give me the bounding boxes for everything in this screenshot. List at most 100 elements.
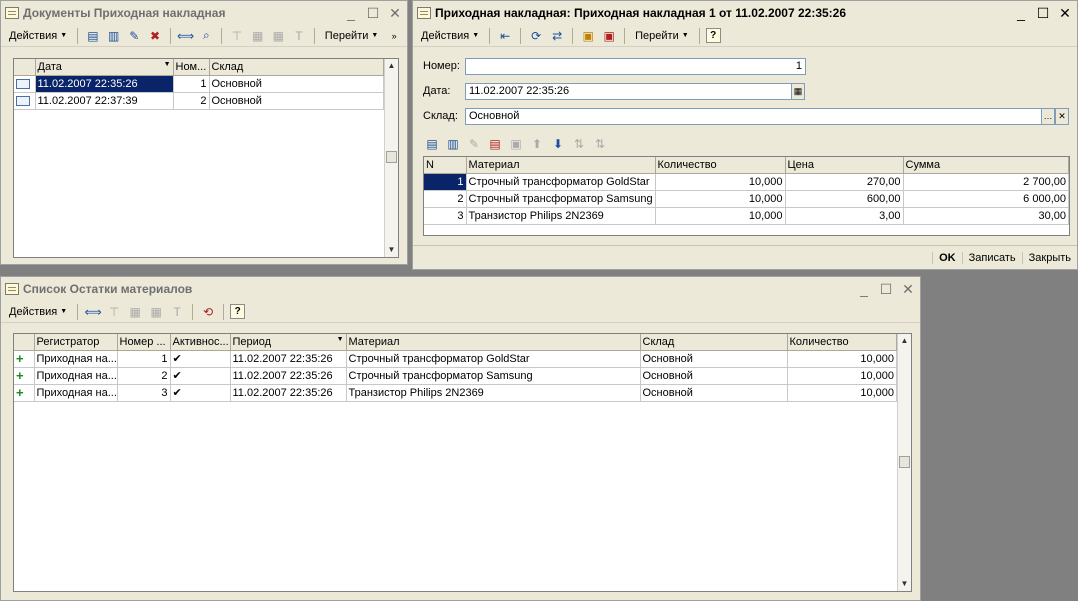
registrar-cell[interactable]: Приходная на...	[34, 367, 118, 385]
minimize-icon[interactable]: _	[1013, 5, 1029, 22]
quantity-cell[interactable]: 10,000	[655, 190, 786, 208]
document-form-titlebar[interactable]: Приходная накладная: Приходная накладная…	[413, 1, 1077, 25]
warehouse-cell[interactable]: Основной	[209, 75, 384, 93]
column-header-line-number[interactable]: Номер ...	[117, 334, 171, 351]
date-field[interactable]: 11.02.2007 22:35:26	[465, 83, 792, 100]
minimize-icon[interactable]: _	[343, 5, 359, 22]
filter-list-icon[interactable]: ▦	[249, 27, 267, 45]
copy-row-icon[interactable]: ▥	[444, 135, 462, 153]
calendar-icon[interactable]: ▦	[791, 83, 805, 100]
actions-menu[interactable]: Действия ▼	[417, 28, 483, 44]
registrar-cell[interactable]: Приходная на...	[34, 350, 118, 368]
scroll-down-icon[interactable]: ▼	[898, 577, 911, 591]
reread-icon[interactable]: ⟳	[527, 27, 545, 45]
line-number-cell[interactable]: 3	[117, 384, 171, 402]
post-icon[interactable]: ▣	[579, 27, 597, 45]
maximize-icon[interactable]: ☐	[878, 281, 894, 298]
close-icon[interactable]: ✕	[1057, 5, 1073, 22]
interval-icon[interactable]: ⟺	[84, 303, 102, 321]
n-cell[interactable]: 1	[424, 173, 467, 191]
save-button[interactable]: Записать	[961, 251, 1022, 264]
ok-button[interactable]: OK	[932, 251, 962, 264]
price-cell[interactable]: 600,00	[785, 190, 904, 208]
column-header-period[interactable]: Период ▼	[230, 334, 347, 351]
add-row-icon[interactable]: ▤	[423, 135, 441, 153]
filter-history-icon[interactable]: ▦	[269, 27, 287, 45]
period-cell[interactable]: 11.02.2007 22:35:26	[230, 367, 347, 385]
table-row[interactable]: 11.02.2007 22:37:39 2 Основной	[14, 92, 384, 110]
edit-row-icon[interactable]: ✎	[465, 135, 483, 153]
documents-list-titlebar[interactable]: Документы Приходная накладная _ ☐ ✕	[1, 1, 407, 25]
period-cell[interactable]: 11.02.2007 22:35:26	[230, 350, 347, 368]
active-cell[interactable]: ✔	[170, 384, 231, 402]
help-icon[interactable]: ?	[705, 28, 721, 43]
scroll-up-icon[interactable]: ▲	[385, 59, 398, 73]
column-header-quantity[interactable]: Количество	[787, 334, 897, 351]
copy-icon[interactable]: ⇄	[548, 27, 566, 45]
scroll-thumb[interactable]	[899, 456, 910, 468]
active-cell[interactable]: ✔	[170, 367, 231, 385]
column-header-sum[interactable]: Сумма	[903, 157, 1069, 174]
add-icon[interactable]: ▤	[84, 27, 102, 45]
filter-icon[interactable]: ⊤	[105, 303, 123, 321]
warehouse-cell[interactable]: Основной	[640, 350, 788, 368]
column-header-date[interactable]: Дата ▼	[35, 59, 174, 76]
column-header-registrar[interactable]: Регистратор	[34, 334, 118, 351]
scroll-thumb[interactable]	[386, 151, 397, 163]
number-cell[interactable]: 1	[173, 75, 210, 93]
actions-menu[interactable]: Действия ▼	[5, 304, 71, 320]
number-cell[interactable]: 2	[173, 92, 210, 110]
quantity-cell[interactable]: 10,000	[787, 384, 897, 402]
sum-cell[interactable]: 2 700,00	[903, 173, 1069, 191]
sum-cell[interactable]: 30,00	[903, 207, 1069, 225]
filter-history-icon[interactable]: ▦	[147, 303, 165, 321]
material-cell[interactable]: Строчный трансформатор Samsung	[346, 367, 641, 385]
interval-icon[interactable]: ⟺	[177, 27, 195, 45]
price-cell[interactable]: 3,00	[785, 207, 904, 225]
scroll-down-icon[interactable]: ▼	[385, 243, 398, 257]
filter-icon[interactable]: ⊤	[228, 27, 246, 45]
material-cell[interactable]: Транзистор Philips 2N2369	[346, 384, 641, 402]
sort-ascending-icon[interactable]: ⇅	[570, 135, 588, 153]
price-cell[interactable]: 270,00	[785, 173, 904, 191]
move-down-icon[interactable]: ⬇	[549, 135, 567, 153]
close-button[interactable]: Закрыть	[1021, 251, 1077, 264]
active-cell[interactable]: ✔	[170, 350, 231, 368]
end-edit-icon[interactable]: ▣	[507, 135, 525, 153]
table-row[interactable]: 1 Строчный трансформатор GoldStar 10,000…	[424, 173, 1069, 191]
period-cell[interactable]: 11.02.2007 22:35:26	[230, 384, 347, 402]
scroll-up-icon[interactable]: ▲	[898, 334, 911, 348]
column-header-material[interactable]: Материал	[466, 157, 656, 174]
table-row[interactable]: 2 Строчный трансформатор Samsung 10,000 …	[424, 190, 1069, 208]
actions-menu[interactable]: Действия ▼	[5, 28, 71, 44]
back-icon[interactable]: ⇤	[496, 27, 514, 45]
delete-row-icon[interactable]: ▤	[486, 135, 504, 153]
quantity-cell[interactable]: 10,000	[655, 207, 786, 225]
column-header-price[interactable]: Цена	[785, 157, 904, 174]
table-row[interactable]: + Приходная на... 2 ✔ 11.02.2007 22:35:2…	[14, 367, 897, 385]
more-icon[interactable]: »	[385, 27, 403, 45]
maximize-icon[interactable]: ☐	[365, 5, 381, 22]
line-number-cell[interactable]: 2	[117, 367, 171, 385]
refresh-icon[interactable]: ⟲	[199, 303, 217, 321]
goto-menu[interactable]: Перейти ▼	[321, 28, 383, 44]
help-icon[interactable]: ?	[230, 304, 246, 319]
select-ellipsis-icon[interactable]: …	[1041, 108, 1055, 125]
column-header-active[interactable]: Активнос...	[170, 334, 231, 351]
quantity-cell[interactable]: 10,000	[787, 367, 897, 385]
filter-list-icon[interactable]: ▦	[126, 303, 144, 321]
column-header-quantity[interactable]: Количество	[655, 157, 786, 174]
maximize-icon[interactable]: ☐	[1035, 5, 1051, 22]
material-cell[interactable]: Строчный трансформатор GoldStar	[466, 173, 656, 191]
add-group-icon[interactable]: ▥	[105, 27, 123, 45]
column-header-warehouse[interactable]: Склад	[209, 59, 384, 76]
registrar-cell[interactable]: Приходная на...	[34, 384, 118, 402]
n-cell[interactable]: 3	[424, 207, 467, 225]
material-cell[interactable]: Транзистор Philips 2N2369	[466, 207, 656, 225]
table-row[interactable]: 11.02.2007 22:35:26 1 Основной	[14, 75, 384, 93]
table-row[interactable]: + Приходная на... 3 ✔ 11.02.2007 22:35:2…	[14, 384, 897, 402]
column-header-n[interactable]: N	[424, 157, 467, 174]
warehouse-cell[interactable]: Основной	[640, 367, 788, 385]
column-header-warehouse[interactable]: Склад	[640, 334, 788, 351]
find-icon[interactable]: ⌕	[197, 27, 215, 45]
